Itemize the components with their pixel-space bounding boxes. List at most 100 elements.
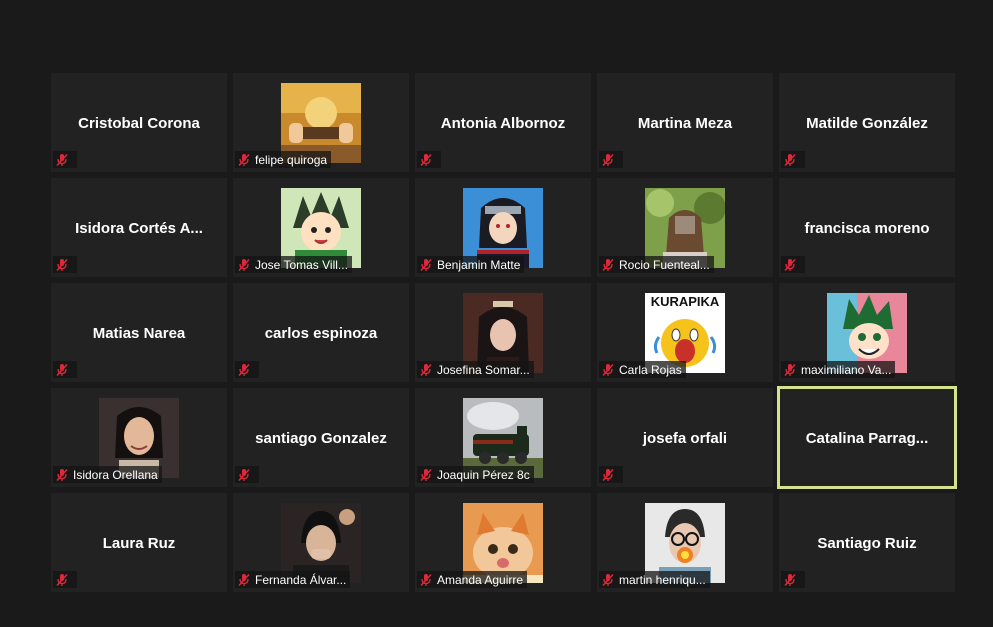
participant-name: Isidora Cortés A...: [75, 220, 203, 237]
participant-label: [781, 256, 805, 273]
participant-tile[interactable]: Isidora Orellana: [51, 388, 227, 487]
participant-tile[interactable]: josefa orfali: [597, 388, 773, 487]
participant-name: Catalina Parrag...: [805, 430, 929, 447]
mic-muted-icon: [237, 573, 251, 587]
participant-label: Isidora Orellana: [53, 466, 162, 483]
participant-name: francisca moreno: [804, 220, 930, 237]
mic-muted-icon: [419, 573, 433, 587]
mic-muted-icon: [783, 573, 797, 587]
participant-label: [53, 571, 77, 588]
participant-label: [781, 151, 805, 168]
participant-tile[interactable]: Santiago Ruiz: [779, 493, 955, 592]
participant-name: maximiliano Va...: [801, 362, 892, 377]
mic-muted-icon: [601, 363, 615, 377]
participant-label: Jose Tomas Vill...: [235, 256, 352, 273]
participant-name: Matias Narea: [92, 325, 186, 342]
participant-tile[interactable]: KURAPIKA Carla Rojas: [597, 283, 773, 382]
participant-tile[interactable]: Amanda Aguirre: [415, 493, 591, 592]
participant-tile[interactable]: santiago Gonzalez: [233, 388, 409, 487]
participant-label: martin henriqu...: [599, 571, 710, 588]
participant-tile[interactable]: Matias Narea: [51, 283, 227, 382]
participant-tile[interactable]: carlos espinoza: [233, 283, 409, 382]
mic-muted-icon: [419, 153, 433, 167]
participant-tile[interactable]: maximiliano Va...: [779, 283, 955, 382]
participant-label: Benjamin Matte: [417, 256, 525, 273]
participant-name: Fernanda Álvar...: [255, 572, 347, 587]
mic-muted-icon: [783, 258, 797, 272]
participant-label: [53, 361, 77, 378]
mic-muted-icon: [55, 363, 69, 377]
participant-tile[interactable]: martin henriqu...: [597, 493, 773, 592]
participant-label: [417, 151, 441, 168]
participant-label: Amanda Aguirre: [417, 571, 528, 588]
participant-name: Laura Ruz: [102, 535, 176, 552]
participant-label: [599, 151, 623, 168]
mic-muted-icon: [237, 363, 251, 377]
mic-muted-icon: [55, 258, 69, 272]
participant-name: Antonia Albornoz: [440, 115, 566, 132]
mic-muted-icon: [237, 258, 251, 272]
participant-label: [235, 361, 259, 378]
participant-label: maximiliano Va...: [781, 361, 896, 378]
participant-label: Carla Rojas: [599, 361, 686, 378]
mic-muted-icon: [601, 573, 615, 587]
participant-name: josefa orfali: [642, 430, 728, 447]
participant-label: [53, 256, 77, 273]
participant-label: [235, 466, 259, 483]
participant-label: [781, 571, 805, 588]
participant-label: Rocio Fuenteal...: [599, 256, 714, 273]
participant-tile[interactable]: Jose Tomas Vill...: [233, 178, 409, 277]
participant-name: Joaquin Pérez 8c: [437, 467, 530, 482]
participant-tile[interactable]: Isidora Cortés A...: [51, 178, 227, 277]
participant-tile[interactable]: Antonia Albornoz: [415, 73, 591, 172]
mic-muted-icon: [237, 468, 251, 482]
participant-name: felipe quiroga: [255, 152, 328, 167]
participant-name: Martina Meza: [637, 115, 733, 132]
participant-tile-active-speaker[interactable]: Catalina Parrag...: [777, 386, 957, 489]
gallery-grid: Cristobal Corona felipe quiroga Antonia …: [51, 73, 957, 592]
mic-muted-icon: [783, 363, 797, 377]
participant-label: Fernanda Álvar...: [235, 571, 351, 588]
participant-name: Amanda Aguirre: [437, 572, 524, 587]
participant-name: santiago Gonzalez: [255, 430, 387, 447]
participant-label: felipe quiroga: [235, 151, 332, 168]
mic-muted-icon: [601, 153, 615, 167]
participant-label: [599, 466, 623, 483]
participant-name: Isidora Orellana: [73, 467, 158, 482]
participant-tile[interactable]: Joaquin Pérez 8c: [415, 388, 591, 487]
participant-name: Santiago Ruiz: [817, 535, 917, 552]
mic-muted-icon: [237, 153, 251, 167]
participant-tile[interactable]: Benjamin Matte: [415, 178, 591, 277]
mic-muted-icon: [601, 468, 615, 482]
kurapika-text: KURAPIKA: [651, 294, 720, 309]
participant-name: Rocio Fuenteal...: [619, 257, 710, 272]
mic-muted-icon: [55, 153, 69, 167]
participant-tile[interactable]: Martina Meza: [597, 73, 773, 172]
mic-muted-icon: [419, 258, 433, 272]
participant-name: Matilde González: [806, 115, 928, 132]
mic-muted-icon: [419, 468, 433, 482]
participant-label: Josefina Somar...: [417, 361, 534, 378]
mic-muted-icon: [601, 258, 615, 272]
participant-name: Jose Tomas Vill...: [255, 257, 348, 272]
mic-muted-icon: [419, 363, 433, 377]
participant-tile[interactable]: Matilde González: [779, 73, 955, 172]
participant-name: Carla Rojas: [619, 362, 682, 377]
participant-tile[interactable]: Laura Ruz: [51, 493, 227, 592]
participant-name: Cristobal Corona: [78, 115, 200, 132]
participant-tile[interactable]: Josefina Somar...: [415, 283, 591, 382]
mic-muted-icon: [55, 573, 69, 587]
participant-name: Benjamin Matte: [437, 257, 521, 272]
participant-tile[interactable]: francisca moreno: [779, 178, 955, 277]
mic-muted-icon: [783, 153, 797, 167]
participant-name: carlos espinoza: [264, 325, 378, 342]
participant-name: martin henriqu...: [619, 572, 706, 587]
participant-tile[interactable]: Cristobal Corona: [51, 73, 227, 172]
participant-label: Joaquin Pérez 8c: [417, 466, 534, 483]
participant-name: Josefina Somar...: [437, 362, 530, 377]
participant-label: [53, 151, 77, 168]
mic-muted-icon: [55, 468, 69, 482]
participant-tile[interactable]: felipe quiroga: [233, 73, 409, 172]
participant-tile[interactable]: Rocio Fuenteal...: [597, 178, 773, 277]
participant-tile[interactable]: Fernanda Álvar...: [233, 493, 409, 592]
